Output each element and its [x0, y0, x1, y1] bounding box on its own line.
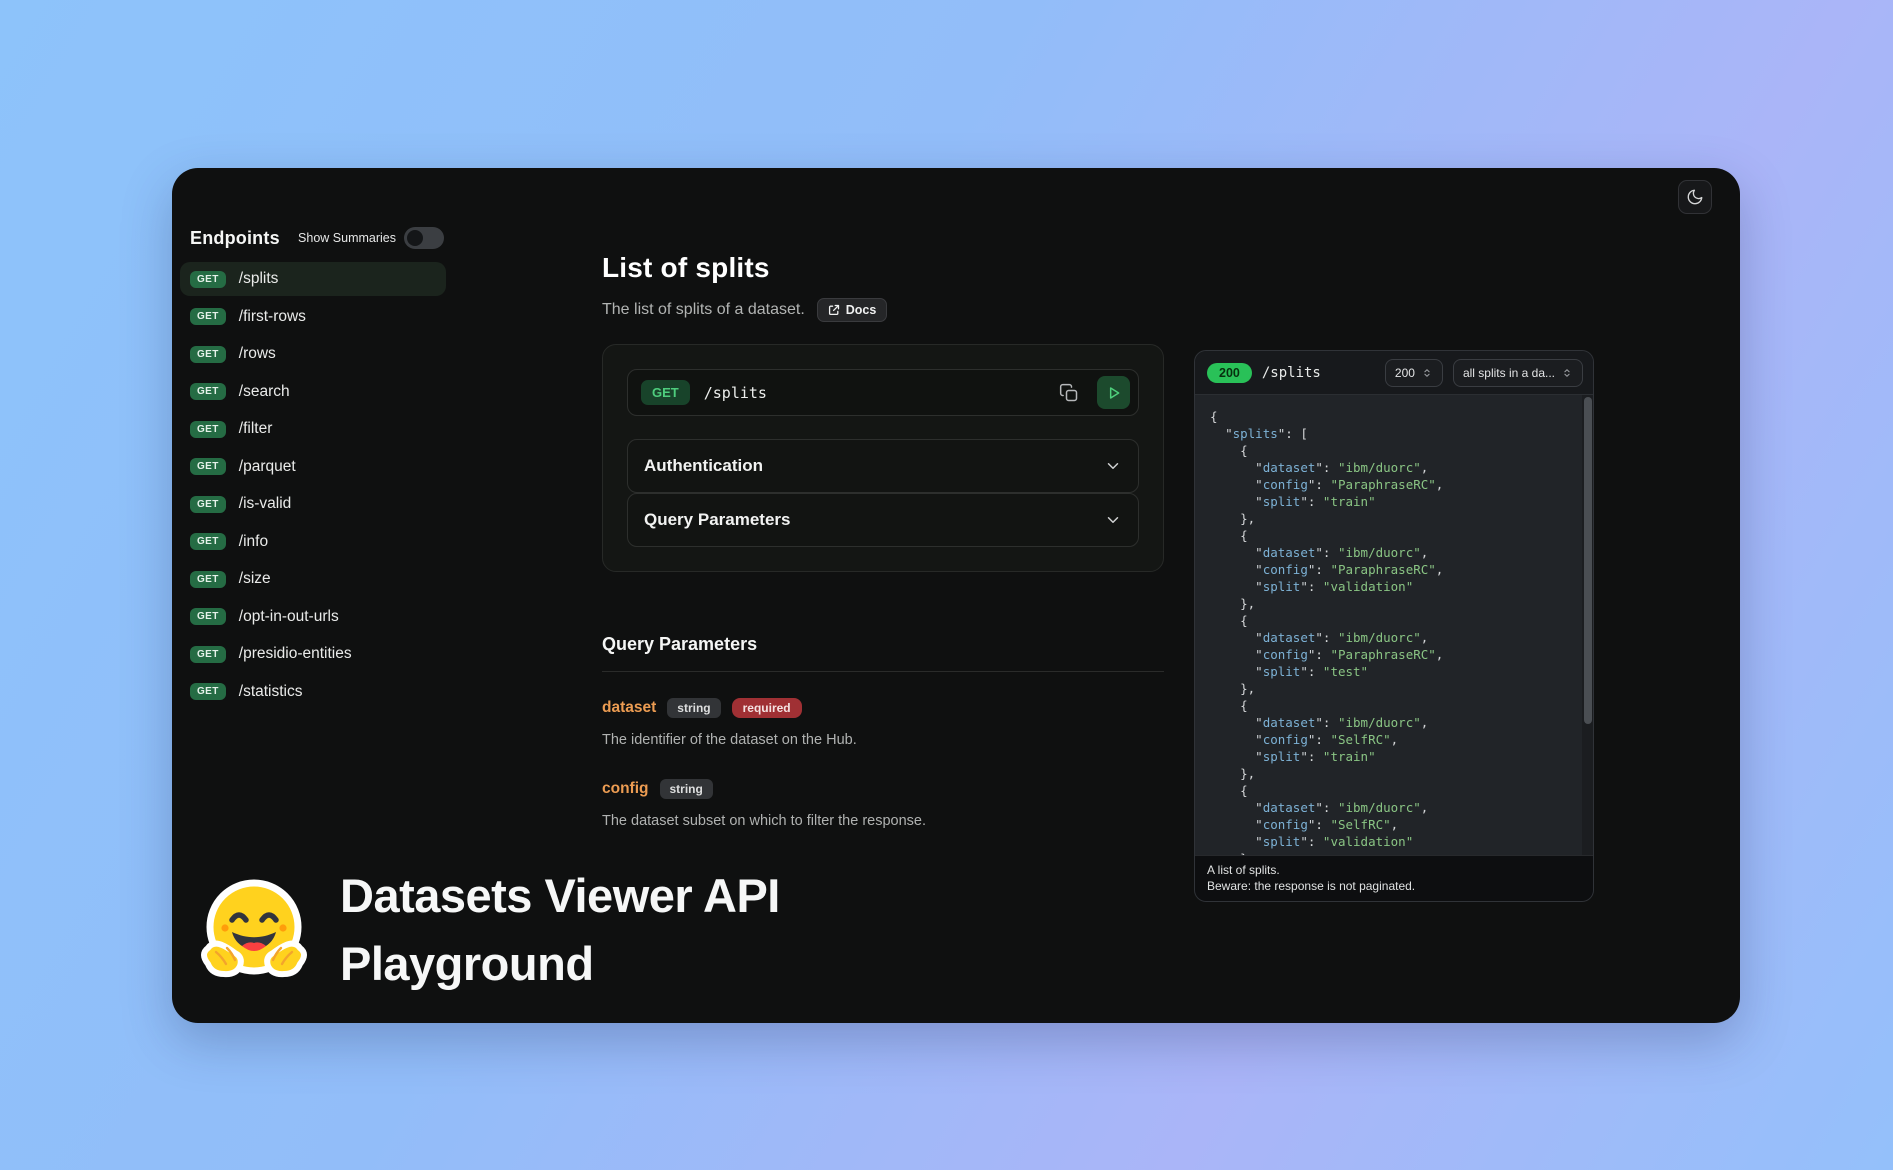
sidebar-item-statistics[interactable]: GET/statistics — [180, 675, 446, 709]
sidebar-item-parquet[interactable]: GET/parquet — [180, 450, 446, 484]
app-card: Endpoints Show Summaries GET/splitsGET/f… — [172, 168, 1740, 1023]
endpoint-path: /search — [239, 383, 290, 401]
sidebar-item-opt-in-out-urls[interactable]: GET/opt-in-out-urls — [180, 600, 446, 634]
copy-icon — [1059, 383, 1079, 403]
method-badge: GET — [190, 458, 226, 475]
method-badge: GET — [190, 683, 226, 700]
method-badge: GET — [190, 571, 226, 588]
request-path: /splits — [704, 384, 1041, 402]
authentication-section-header[interactable]: Authentication — [627, 439, 1139, 493]
param-type-badge: string — [660, 779, 713, 799]
param-list: dataset string required The identifier of t… — [602, 698, 1164, 829]
sidebar-item-presidio-entities[interactable]: GET/presidio-entities — [180, 637, 446, 671]
show-summaries-label: Show Summaries — [298, 231, 396, 245]
param-name: config — [602, 780, 649, 798]
response-panel: 200 /splits 200 all splits in a da... { … — [1194, 350, 1594, 902]
app-title-line2: Playground — [340, 930, 780, 998]
show-summaries-toggle[interactable] — [404, 227, 444, 249]
request-card: GET /splits Authentication — [602, 344, 1164, 572]
endpoint-path: /info — [239, 533, 268, 551]
param-required-badge: required — [732, 698, 802, 718]
method-badge: GET — [190, 533, 226, 550]
method-badge: GET — [190, 496, 226, 513]
brand: Datasets Viewer API Playground — [194, 862, 780, 998]
param-row: dataset string required — [602, 698, 1164, 718]
response-path: /splits — [1262, 365, 1375, 381]
endpoint-path: /opt-in-out-urls — [239, 608, 339, 626]
status-code-select-value: 200 — [1395, 366, 1415, 380]
endpoint-path: /size — [239, 570, 271, 588]
endpoint-path: /first-rows — [239, 308, 306, 326]
scrollbar-track — [1582, 395, 1593, 855]
sidebar-item-filter[interactable]: GET/filter — [180, 412, 446, 446]
sidebar-item-size[interactable]: GET/size — [180, 562, 446, 596]
query-parameters-label: Query Parameters — [644, 510, 790, 530]
response-footer: A list of splits. Beware: the response i… — [1195, 855, 1593, 901]
method-badge: GET — [190, 646, 226, 663]
docs-button-label: Docs — [846, 303, 877, 317]
sidebar-item-first-rows[interactable]: GET/first-rows — [180, 300, 446, 334]
endpoint-path: /parquet — [239, 458, 296, 476]
app-title-line1: Datasets Viewer API — [340, 862, 780, 930]
method-badge: GET — [190, 383, 226, 400]
sidebar-item-info[interactable]: GET/info — [180, 525, 446, 559]
method-badge: GET — [190, 608, 226, 625]
example-select-value: all splits in a da... — [1463, 366, 1555, 380]
moon-icon — [1686, 188, 1704, 206]
response-json: { "splits": [ { "dataset": "ibm/duorc", … — [1195, 395, 1593, 855]
scrollbar-thumb[interactable] — [1584, 397, 1592, 724]
run-request-button[interactable] — [1097, 376, 1130, 409]
param-name: dataset — [602, 699, 656, 717]
status-badge: 200 — [1207, 363, 1252, 383]
chevron-up-down-icon — [1561, 367, 1573, 379]
sidebar-item-splits[interactable]: GET/splits — [180, 262, 446, 296]
endpoint-path: /presidio-entities — [239, 645, 352, 663]
endpoint-path: /filter — [239, 420, 273, 438]
param-row: config string — [602, 779, 1164, 799]
sidebar-item-is-valid[interactable]: GET/is-valid — [180, 487, 446, 521]
endpoint-description: The list of splits of a dataset. — [602, 301, 805, 319]
method-badge: GET — [190, 308, 226, 325]
play-icon — [1106, 385, 1122, 401]
response-json-viewer[interactable]: { "splits": [ { "dataset": "ibm/duorc", … — [1195, 395, 1593, 855]
query-parameters-heading: Query Parameters — [602, 634, 1164, 672]
authentication-label: Authentication — [644, 456, 763, 476]
example-select[interactable]: all splits in a da... — [1453, 359, 1583, 387]
query-parameters-section-header[interactable]: Query Parameters — [627, 493, 1139, 547]
response-footer-line: A list of splits. — [1207, 862, 1581, 878]
hugging-face-emoji — [194, 870, 314, 990]
external-link-icon — [828, 304, 840, 316]
param-description: The identifier of the dataset on the Hub… — [602, 732, 1164, 748]
toggle-knob — [407, 230, 423, 246]
method-badge: GET — [641, 380, 690, 405]
chevron-down-icon — [1104, 457, 1122, 475]
main-content: List of splits The list of splits of a d… — [602, 253, 1164, 829]
sidebar-title: Endpoints — [190, 228, 280, 249]
request-row: GET /splits — [627, 369, 1139, 416]
sidebar-item-rows[interactable]: GET/rows — [180, 337, 446, 371]
endpoints-sidebar: Endpoints Show Summaries GET/splitsGET/f… — [180, 224, 446, 712]
page-title: List of splits — [602, 253, 1164, 283]
docs-button[interactable]: Docs — [817, 298, 888, 322]
method-badge: GET — [190, 271, 226, 288]
chevron-down-icon — [1104, 511, 1122, 529]
endpoint-path: /is-valid — [239, 495, 292, 513]
status-code-select[interactable]: 200 — [1385, 359, 1443, 387]
param-description: The dataset subset on which to filter th… — [602, 813, 1164, 829]
query-parameters-doc-section: Query Parameters dataset string required Th… — [602, 634, 1164, 829]
response-footer-line: Beware: the response is not paginated. — [1207, 878, 1581, 894]
method-badge: GET — [190, 421, 226, 438]
app-title: Datasets Viewer API Playground — [340, 862, 780, 998]
theme-toggle-button[interactable] — [1678, 180, 1712, 214]
endpoint-path: /rows — [239, 345, 276, 363]
method-badge: GET — [190, 346, 226, 363]
endpoint-list: GET/splitsGET/first-rowsGET/rowsGET/sear… — [180, 262, 446, 709]
endpoint-path: /splits — [239, 270, 279, 288]
copy-button[interactable] — [1055, 379, 1083, 407]
response-header: 200 /splits 200 all splits in a da... — [1195, 351, 1593, 395]
sidebar-item-search[interactable]: GET/search — [180, 375, 446, 409]
endpoint-path: /statistics — [239, 683, 303, 701]
chevron-up-down-icon — [1421, 367, 1433, 379]
param-type-badge: string — [667, 698, 720, 718]
